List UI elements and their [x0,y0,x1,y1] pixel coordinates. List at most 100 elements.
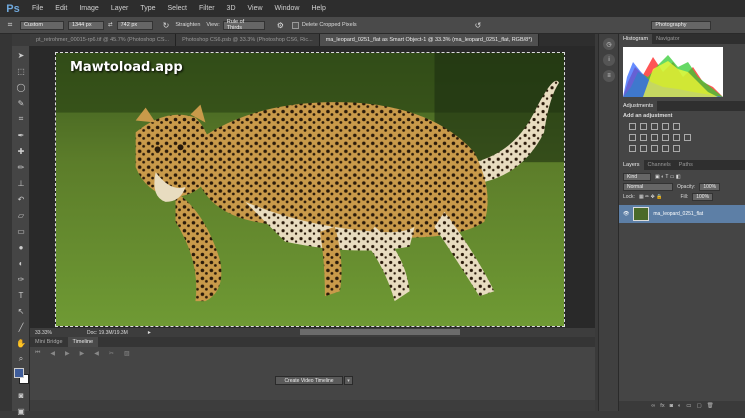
line-tool-icon[interactable]: ╱ [14,320,28,334]
audio-icon[interactable]: ◀ [94,350,99,357]
tab-layers[interactable]: Layers [619,160,644,170]
exposure-icon[interactable] [662,123,669,130]
prev-frame-icon[interactable]: ◀ [50,350,55,357]
hand-tool-icon[interactable]: ✋ [14,336,28,350]
eyedropper-tool-icon[interactable]: ✒ [14,128,28,142]
crop-icon[interactable]: ⌗ [0,20,20,30]
posterize-icon[interactable] [640,145,647,152]
chevron-down-icon[interactable]: ▾ [344,376,353,385]
hue-sat-icon[interactable] [629,134,636,141]
first-frame-icon[interactable]: ⏮ [35,350,40,357]
marquee-tool-icon[interactable]: ⬚ [14,64,28,78]
fill-field[interactable]: 100% [692,193,714,201]
screen-mode-icon[interactable]: ▣ [14,404,28,418]
doc-tab-1[interactable]: pt_retrohmer_00015-rp6.tif @ 45.7% (Phot… [30,34,177,46]
new-layer-icon[interactable]: ▢ [696,403,701,409]
dodge-tool-icon[interactable]: ◐ [14,256,28,270]
menu-file[interactable]: File [26,5,49,12]
stamp-tool-icon[interactable]: ⊥ [14,176,28,190]
color-lookup-icon[interactable] [684,134,691,141]
menu-edit[interactable]: Edit [49,5,73,12]
path-select-icon[interactable]: ↖ [14,304,28,318]
height-field[interactable]: 742 px [116,20,153,30]
play-icon[interactable]: ▶ [65,350,70,357]
vibrance-icon[interactable] [673,123,680,130]
adjustment-layer-icon[interactable]: ◐ [678,403,681,409]
zoom-tool-icon[interactable]: ⌕ [14,352,28,366]
layer-name[interactable]: ma_leopard_0251_flat [653,211,703,217]
tab-mini-bridge[interactable]: Mini Bridge [30,337,68,347]
foreground-color-swatch[interactable] [14,368,24,378]
opacity-field[interactable]: 100% [699,183,721,191]
brush-tool-icon[interactable]: ✏ [14,160,28,174]
filter-icons[interactable]: ▣ ◐ T ▭ ◧ [655,174,681,180]
eraser-tool-icon[interactable]: ▱ [14,208,28,222]
info-icon[interactable]: i [603,54,615,66]
doc-tab-2[interactable]: Photoshop CS6.psb @ 33.3% (Photoshop CS6… [176,34,320,46]
tab-histogram[interactable]: Histogram [619,34,653,44]
tab-timeline[interactable]: Timeline [67,337,99,347]
tab-channels[interactable]: Channels [644,160,675,170]
next-frame-icon[interactable]: ▶ [80,350,85,357]
gear-icon[interactable]: ⚙ [277,21,284,30]
menu-select[interactable]: Select [162,5,193,12]
crop-tool-icon[interactable]: ⌗ [14,112,28,126]
split-icon[interactable]: ✂ [109,350,114,357]
selective-color-icon[interactable] [662,145,669,152]
menu-view[interactable]: View [242,5,269,12]
layer-row[interactable]: 👁 ma_leopard_0251_flat [619,205,745,223]
black-white-icon[interactable] [651,134,658,141]
lock-icons[interactable]: ▦ ✏ ✥ 🔒 [639,194,663,200]
doc-tab-3[interactable]: ma_leopard_0251_flat as Smart Object-1 @… [319,34,540,46]
properties-icon[interactable]: ≡ [603,70,615,82]
photo-filter-icon[interactable] [662,134,669,141]
curves-icon[interactable] [651,123,658,130]
menu-image[interactable]: Image [73,5,104,12]
history-brush-icon[interactable]: ↶ [14,192,28,206]
threshold-icon[interactable] [651,145,658,152]
rotate-icon[interactable]: ↻ [163,21,170,30]
menu-filter[interactable]: Filter [193,5,221,12]
view-select[interactable]: Rule of Thirds [222,19,265,31]
type-tool-icon[interactable]: T [14,288,28,302]
document-canvas[interactable] [55,52,565,327]
move-tool-icon[interactable]: ➤ [14,48,28,62]
gradient-map-icon[interactable] [673,145,680,152]
menu-window[interactable]: Window [269,5,306,12]
link-icon[interactable]: ∞ [651,403,655,409]
delete-cropped-checkbox[interactable] [291,21,299,29]
workspace-select[interactable]: Photography [651,20,712,30]
blur-tool-icon[interactable]: ● [14,240,28,254]
lasso-tool-icon[interactable]: ◯ [14,80,28,94]
swap-icon[interactable]: ⇄ [108,22,113,28]
create-video-timeline-button[interactable]: Create Video Timeline [275,376,343,385]
trash-icon[interactable]: 🗑 [707,403,714,409]
quick-mask-icon[interactable]: ◙ [14,388,28,402]
zoom-level[interactable]: 33.33% [35,330,52,336]
menu-layer[interactable]: Layer [105,5,135,12]
folder-icon[interactable]: ▭ [686,403,691,409]
blend-mode-select[interactable]: Normal [623,183,673,191]
reset-icon[interactable]: ↺ [475,21,482,30]
status-menu-arrow-icon[interactable]: ▸ [148,329,151,336]
brightness-icon[interactable] [629,123,636,130]
history-icon[interactable]: ◷ [603,38,615,50]
tab-navigator[interactable]: Navigator [652,34,684,44]
transition-icon[interactable]: ▨ [124,350,130,357]
menu-help[interactable]: Help [305,5,331,12]
tab-paths[interactable]: Paths [675,160,697,170]
invert-icon[interactable] [629,145,636,152]
tab-adjustments[interactable]: Adjustments [619,101,658,111]
healing-tool-icon[interactable]: ✚ [14,144,28,158]
gradient-tool-icon[interactable]: ▭ [14,224,28,238]
pen-tool-icon[interactable]: ✑ [14,272,28,286]
quick-select-tool-icon[interactable]: ✎ [14,96,28,110]
eye-icon[interactable]: 👁 [623,211,629,217]
channel-mixer-icon[interactable] [673,134,680,141]
color-balance-icon[interactable] [640,134,647,141]
menu-type[interactable]: Type [134,5,161,12]
straighten-button[interactable]: Straighten [175,22,200,28]
ratio-select[interactable]: Custom [20,20,64,30]
fx-icon[interactable]: fx [660,403,664,409]
kind-filter-select[interactable]: Kind [623,173,651,181]
